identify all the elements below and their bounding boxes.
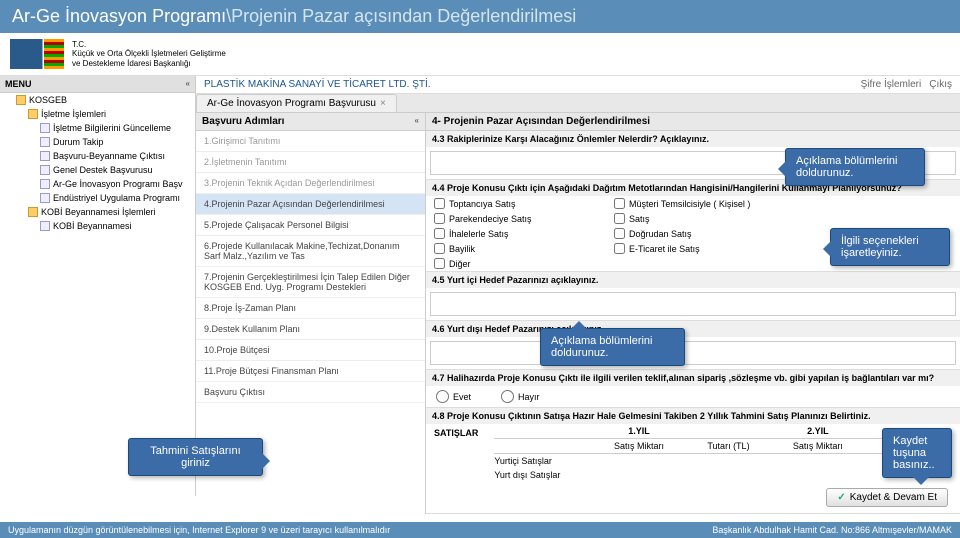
callout-fill-desc: Açıklama bölümlerini doldurunuz. <box>785 148 925 186</box>
tree-folder[interactable]: KOSGEB <box>0 93 195 107</box>
tree-folder[interactable]: İşletme İşlemleri <box>0 107 195 121</box>
org-header: T.C. Küçük ve Orta Ölçekli İşletmeleri G… <box>0 33 960 76</box>
folder-icon <box>16 95 26 105</box>
callout-fill-desc-2: Açıklama bölümlerini doldurunuz. <box>540 328 685 366</box>
textarea-4-5[interactable] <box>430 292 956 316</box>
footer-bar: Uygulamanın düzgün görüntülenebilmesi iç… <box>0 522 960 538</box>
step-item[interactable]: 9.Destek Kullanım Planı <box>196 319 425 340</box>
section-4-8: 4.8 Proje Konusu Çıktının Satışa Hazır H… <box>426 408 960 424</box>
tab-bar: Ar-Ge İnovasyon Programı Başvurusu × <box>196 94 960 113</box>
step-item[interactable]: 1.Girişimci Tanıtımı <box>196 131 425 152</box>
step-item[interactable]: 5.Projede Çalışacak Personel Bilgisi <box>196 215 425 236</box>
section-4-3: 4.3 Rakiplerinize Karşı Alacağınız Önlem… <box>426 131 960 147</box>
checkbox-option[interactable]: Diğer <box>434 258 594 269</box>
radio-no[interactable]: Hayır <box>501 390 540 403</box>
tree-item[interactable]: Durum Takip <box>0 135 195 149</box>
save-continue-button[interactable]: Kaydet & Devam Et <box>826 488 948 507</box>
collapse-icon[interactable]: « <box>186 79 190 89</box>
file-icon <box>40 151 50 161</box>
left-menu: MENU « KOSGEBİşletme İşlemleriİşletme Bi… <box>0 76 196 496</box>
tree-folder[interactable]: KOBİ Beyannamesi İşlemleri <box>0 205 195 219</box>
close-icon[interactable]: × <box>380 98 386 109</box>
textarea-4-6[interactable] <box>430 341 956 365</box>
step-item[interactable]: 8.Proje İş-Zaman Planı <box>196 298 425 319</box>
company-bar: PLASTİK MAKİNA SANAYİ VE TİCARET LTD. ŞT… <box>196 76 960 94</box>
form-title: 4- Projenin Pazar Açısından Değerlendiri… <box>426 113 960 131</box>
tree-item[interactable]: Endüstriyel Uygulama Programı <box>0 191 195 205</box>
step-item[interactable]: 11.Proje Bütçesi Finansman Planı <box>196 361 425 382</box>
checkbox-option[interactable]: Doğrudan Satış <box>614 228 774 239</box>
step-item[interactable]: 2.İşletmenin Tanıtımı <box>196 152 425 173</box>
title-main: Ar-Ge İnovasyon Programı <box>12 6 226 26</box>
file-icon <box>40 137 50 147</box>
section-4-7: 4.7 Halihazırda Proje Konusu Çıktı ile i… <box>426 370 960 386</box>
logo-text: T.C. Küçük ve Orta Ölçekli İşletmeleri G… <box>72 40 226 69</box>
radio-yes[interactable]: Evet <box>436 390 471 403</box>
checkbox-option[interactable]: Bayilik <box>434 243 594 254</box>
file-icon <box>40 221 50 231</box>
tree-item[interactable]: İşletme Bilgilerini Güncelleme <box>0 121 195 135</box>
section-4-6: 4.6 Yurt dışı Hedef Pazarınızı açıklayın… <box>426 321 960 337</box>
step-item[interactable]: 3.Projenin Teknik Açıdan Değerlendirilme… <box>196 173 425 194</box>
step-item[interactable]: 7.Projenin Gerçekleştirilmesi İçin Talep… <box>196 267 425 298</box>
tree-item[interactable]: KOBİ Beyannamesi <box>0 219 195 233</box>
menu-header: MENU « <box>0 76 195 93</box>
title-sub: Projenin Pazar açısından Değerlendirilme… <box>231 6 576 26</box>
sales-label: SATIŞLAR <box>426 424 486 482</box>
step-item[interactable]: 4.Projenin Pazar Açısından Değerlendiril… <box>196 194 425 215</box>
step-item[interactable]: 6.Projede Kullanılacak Makine,Techizat,D… <box>196 236 425 267</box>
file-icon <box>40 179 50 189</box>
callout-enter-sales: Tahmini Satışlarını giriniz <box>128 438 263 476</box>
logo-image <box>10 39 64 69</box>
kosgeb-logo: T.C. Küçük ve Orta Ölçekli İşletmeleri G… <box>10 39 226 69</box>
logout-link[interactable]: Çıkış <box>929 79 952 90</box>
tree-item[interactable]: Başvuru-Beyanname Çıktısı <box>0 149 195 163</box>
checkbox-option[interactable]: Satış <box>614 213 774 224</box>
tree-item[interactable]: Ar-Ge İnovasyon Programı Başv <box>0 177 195 191</box>
checkbox-option[interactable]: E-Ticaret ile Satış <box>614 243 774 254</box>
tree-item[interactable]: Genel Destek Başvurusu <box>0 163 195 177</box>
company-name: PLASTİK MAKİNA SANAYİ VE TİCARET LTD. ŞT… <box>204 79 431 90</box>
file-icon <box>40 165 50 175</box>
checkbox-option[interactable]: Toptancıya Satış <box>434 198 594 209</box>
checkbox-option[interactable]: Müşteri Temsilcisiyle ( Kişisel ) <box>614 198 774 209</box>
checkbox-option[interactable]: Parekendeciye Satış <box>434 213 594 224</box>
folder-icon <box>28 207 38 217</box>
step-item[interactable]: 10.Proje Bütçesi <box>196 340 425 361</box>
page-title-bar: Ar-Ge İnovasyon Programı\Projenin Pazar … <box>0 0 960 33</box>
collapse-icon[interactable]: « <box>415 116 419 127</box>
section-4-5: 4.5 Yurt içi Hedef Pazarınızı açıklayını… <box>426 272 960 288</box>
folder-icon <box>28 109 38 119</box>
callout-press-save: Kaydet tuşuna basınız.. <box>882 428 952 478</box>
file-icon <box>40 193 50 203</box>
tab-application[interactable]: Ar-Ge İnovasyon Programı Başvurusu × <box>196 94 397 112</box>
step-item[interactable]: Başvuru Çıktısı <box>196 382 425 403</box>
file-icon <box>40 123 50 133</box>
password-link[interactable]: Şifre İşlemleri <box>861 79 922 90</box>
callout-check-options: İlgili seçenekleri işaretleyiniz. <box>830 228 950 266</box>
checkbox-option[interactable]: İhalelerle Satış <box>434 228 594 239</box>
